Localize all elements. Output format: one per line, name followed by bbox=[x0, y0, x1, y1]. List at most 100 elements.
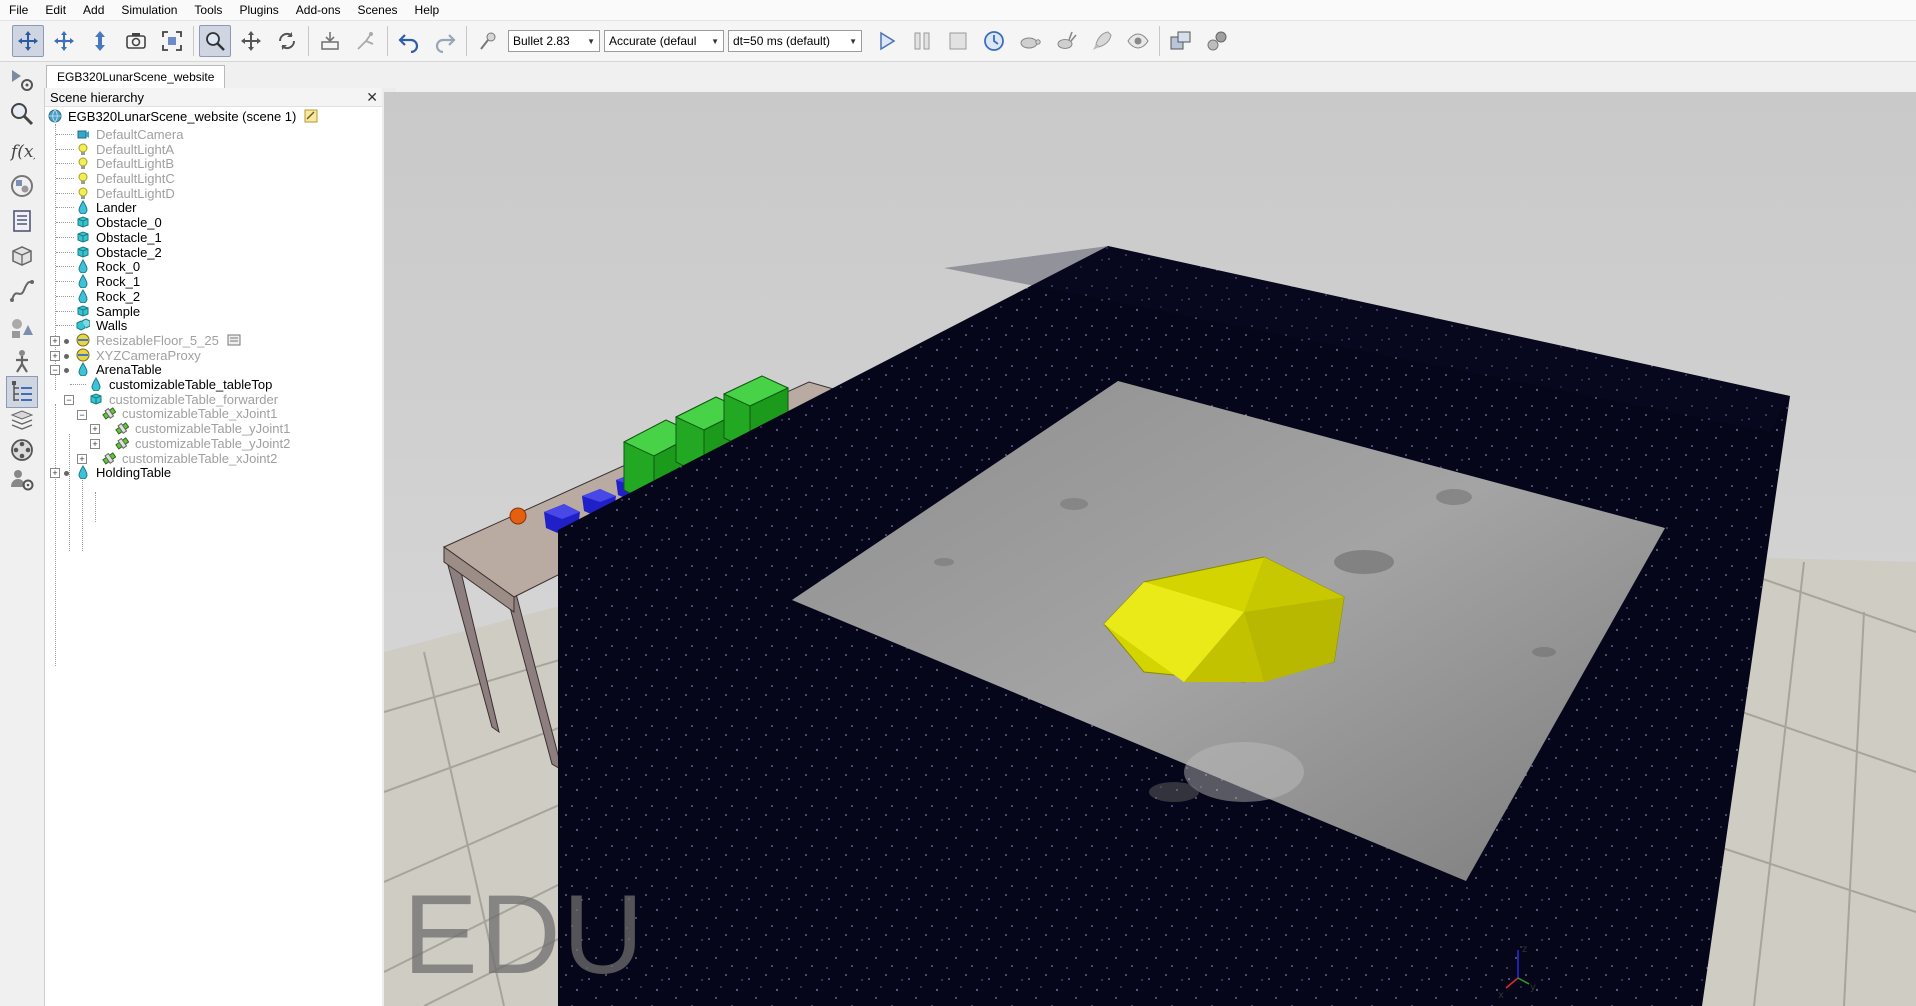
camera-rotate-button[interactable] bbox=[48, 25, 80, 57]
camera-shift-button[interactable] bbox=[84, 25, 116, 57]
simulation-settings-button[interactable] bbox=[6, 64, 38, 96]
close-icon[interactable]: ✕ bbox=[366, 89, 378, 106]
menu-help[interactable]: Help bbox=[406, 3, 448, 17]
start-simulation-button[interactable] bbox=[870, 25, 902, 57]
shape-edit-button[interactable] bbox=[6, 240, 38, 272]
menu-simulation[interactable]: Simulation bbox=[112, 3, 185, 17]
expand-button[interactable]: + bbox=[90, 424, 100, 434]
model-browser-button[interactable] bbox=[6, 312, 38, 344]
scene-search-button[interactable] bbox=[6, 98, 38, 130]
chevron-down-icon: ▼ bbox=[849, 36, 857, 46]
scene-hierarchy-panel: Scene hierarchy ✕ EGB320LunarScene_websi… bbox=[45, 88, 383, 1006]
user-settings-button[interactable] bbox=[6, 464, 38, 496]
scene-selector-button[interactable] bbox=[1201, 25, 1233, 57]
light-bulb-icon bbox=[76, 171, 90, 185]
hierarchy-root[interactable]: EGB320LunarScene_website (scene 1) bbox=[48, 107, 324, 125]
shape-drop-icon bbox=[76, 259, 90, 273]
collapse-button[interactable]: − bbox=[64, 395, 74, 405]
fit-to-view-button[interactable] bbox=[156, 25, 188, 57]
expand-button[interactable]: + bbox=[50, 468, 60, 478]
menu-add[interactable]: Add bbox=[74, 3, 112, 17]
redo-button[interactable] bbox=[429, 25, 461, 57]
function-icon: f(x) bbox=[9, 142, 35, 162]
turtle-icon bbox=[1020, 37, 1041, 49]
stop-simulation-button[interactable] bbox=[942, 25, 974, 57]
scripts-button[interactable] bbox=[6, 205, 38, 237]
camera-icon bbox=[126, 33, 146, 49]
shape-drop-icon bbox=[76, 200, 90, 214]
dynamics-icon bbox=[480, 32, 496, 50]
script-icon[interactable] bbox=[304, 109, 318, 123]
menu-add-ons[interactable]: Add-ons bbox=[287, 3, 349, 17]
assemble-button[interactable] bbox=[314, 25, 346, 57]
tree-line bbox=[55, 404, 56, 666]
collapse-button[interactable]: − bbox=[50, 365, 60, 375]
menu-file[interactable]: File bbox=[0, 3, 36, 17]
slow-down-button[interactable] bbox=[1014, 25, 1046, 57]
layers-button[interactable] bbox=[6, 404, 38, 436]
joint-icon bbox=[115, 421, 129, 435]
model-dot-icon bbox=[64, 354, 69, 359]
tree-branch bbox=[70, 384, 86, 385]
real-time-button[interactable] bbox=[978, 25, 1010, 57]
tree-item-label: HoldingTable bbox=[96, 464, 172, 480]
camera-view-button[interactable] bbox=[120, 25, 152, 57]
menu-scenes[interactable]: Scenes bbox=[349, 3, 406, 17]
hierarchy-root-label: EGB320LunarScene_website (scene 1) bbox=[68, 108, 297, 124]
dynamics-toggle-button[interactable] bbox=[472, 25, 504, 57]
menu-edit[interactable]: Edit bbox=[36, 3, 74, 17]
video-recorder-button[interactable] bbox=[6, 434, 38, 466]
script-icon[interactable] bbox=[227, 333, 241, 347]
tree-branch bbox=[56, 281, 74, 282]
undo-icon bbox=[398, 34, 419, 53]
scene-tab[interactable]: EGB320LunarScene_website bbox=[46, 65, 226, 88]
tree-branch bbox=[56, 252, 74, 253]
shapes-gear-icon bbox=[11, 175, 33, 197]
transfer-dna-icon bbox=[357, 32, 374, 50]
speed-up-button[interactable] bbox=[1050, 25, 1082, 57]
expand-button[interactable]: + bbox=[50, 336, 60, 346]
sample-ball bbox=[509, 507, 527, 525]
tree-item-holdingtable[interactable]: HoldingTable bbox=[76, 463, 171, 481]
hierarchy-header: Scene hierarchy ✕ bbox=[45, 88, 382, 107]
tree-branch bbox=[56, 193, 74, 194]
object-rotate-button[interactable] bbox=[271, 25, 303, 57]
physics-engine-select[interactable]: Bullet 2.83 ▼ bbox=[508, 30, 600, 52]
visualization-toggle-button[interactable] bbox=[1122, 25, 1154, 57]
page-selector-button[interactable] bbox=[1165, 25, 1197, 57]
collections-button[interactable] bbox=[6, 170, 38, 202]
expand-button[interactable]: + bbox=[50, 351, 60, 361]
tree-branch bbox=[56, 237, 74, 238]
cube-icon bbox=[76, 215, 90, 229]
tree-branch bbox=[56, 266, 74, 267]
object-shift-button[interactable] bbox=[235, 25, 267, 57]
scene-tab-label: EGB320LunarScene_website bbox=[57, 70, 215, 84]
eye-icon bbox=[1127, 33, 1149, 49]
axis-z-label: z bbox=[1522, 944, 1527, 955]
threaded-rendering-button[interactable] bbox=[1086, 25, 1118, 57]
tree-branch bbox=[56, 222, 74, 223]
transfer-dna-button[interactable] bbox=[350, 25, 382, 57]
collapse-button[interactable]: − bbox=[77, 410, 87, 420]
undo-button[interactable] bbox=[393, 25, 425, 57]
pause-simulation-button[interactable] bbox=[906, 25, 938, 57]
model-globe-icon bbox=[76, 333, 90, 347]
scene-viewport[interactable]: z x y EDU bbox=[384, 92, 1916, 1006]
layers-icon bbox=[10, 410, 34, 430]
camera-pan-button[interactable] bbox=[12, 25, 44, 57]
rabbit-icon bbox=[1057, 31, 1077, 49]
robot-button[interactable] bbox=[6, 346, 38, 378]
gear-play-icon bbox=[12, 70, 33, 91]
expand-button[interactable]: + bbox=[90, 439, 100, 449]
pause-icon bbox=[914, 32, 930, 50]
timestep-select[interactable]: dt=50 ms (default) ▼ bbox=[728, 30, 862, 52]
physics-engine-value: Bullet 2.83 bbox=[513, 34, 570, 48]
menu-plugins[interactable]: Plugins bbox=[230, 3, 286, 17]
accuracy-select[interactable]: Accurate (defaul ▼ bbox=[604, 30, 724, 52]
path-edit-button[interactable] bbox=[6, 275, 38, 307]
assemble-icon bbox=[321, 32, 339, 50]
tree-branch bbox=[56, 325, 74, 326]
calculation-modules-button[interactable]: f(x) bbox=[6, 134, 38, 166]
object-select-button[interactable] bbox=[199, 25, 231, 57]
menu-tools[interactable]: Tools bbox=[185, 3, 230, 17]
